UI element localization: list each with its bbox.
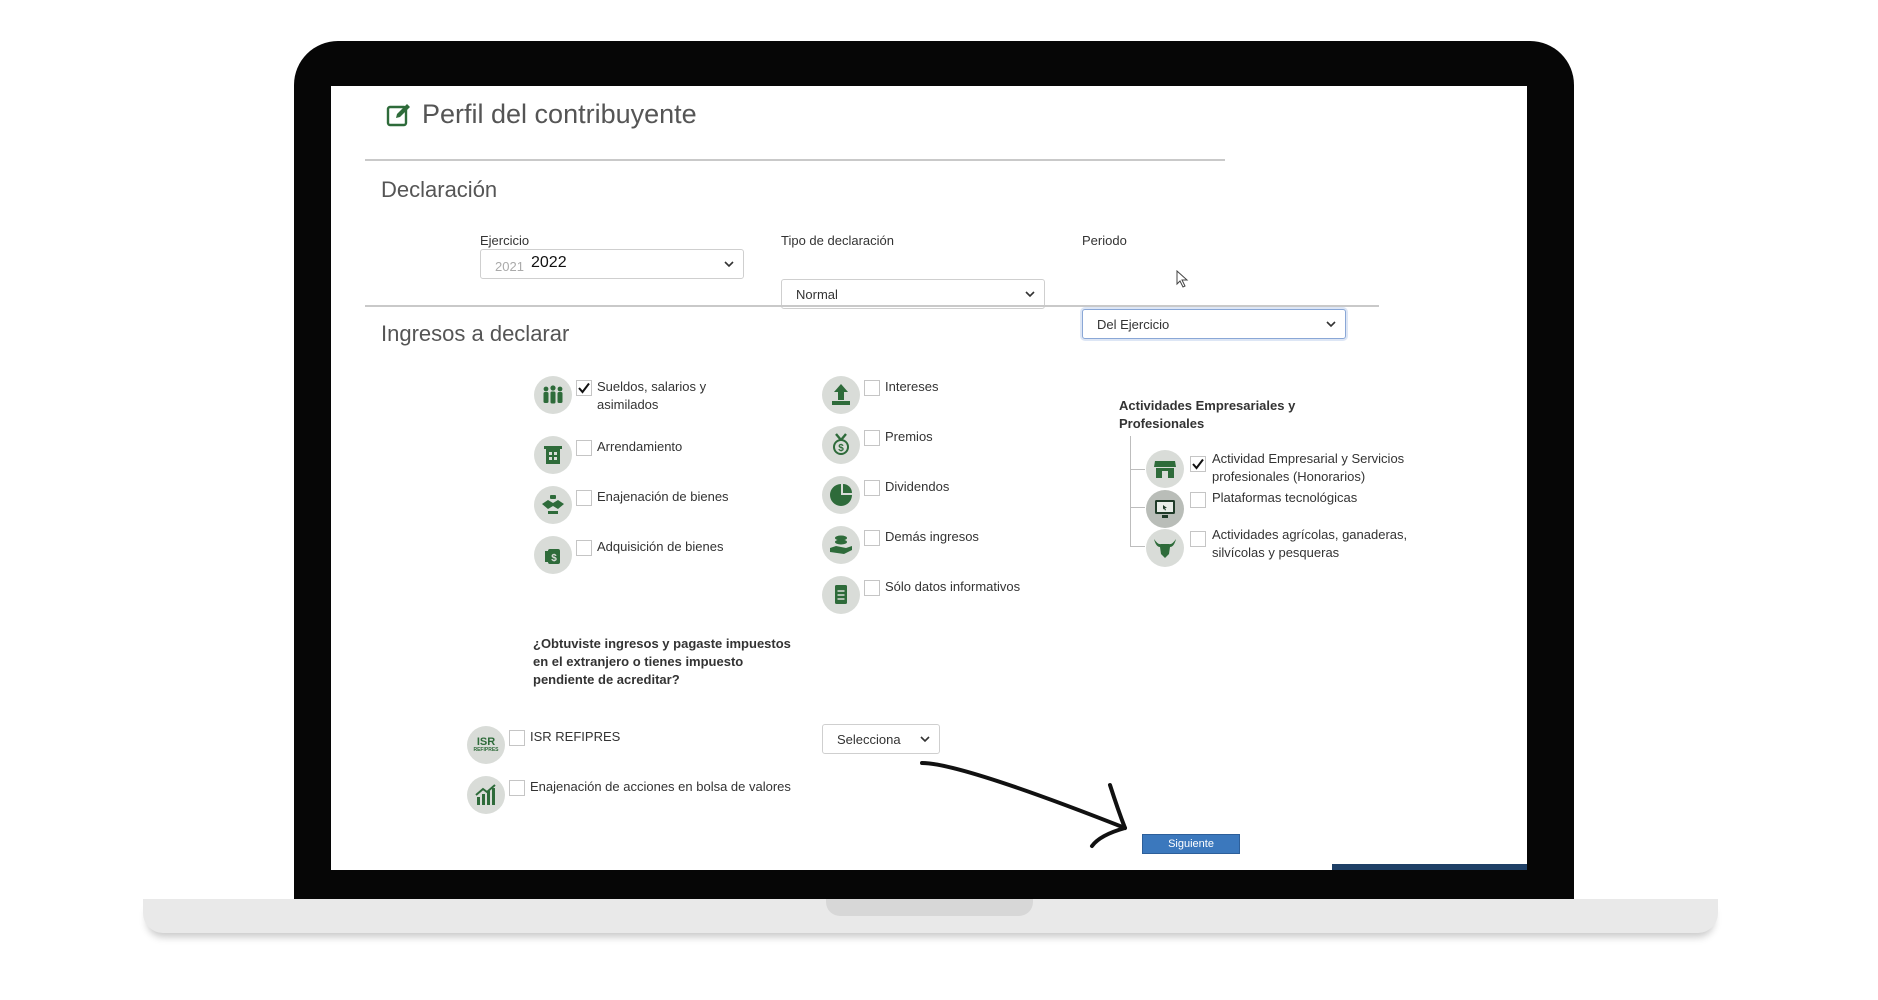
extranjero-question-line3: pendiente de acreditar? bbox=[533, 672, 680, 687]
tree-line bbox=[1130, 546, 1145, 547]
chevron-down-icon bbox=[1326, 321, 1336, 328]
page-title-text: Perfil del contribuyente bbox=[422, 99, 697, 129]
actividad-empresarial-label: Actividad Empresarial y Servicios bbox=[1212, 451, 1405, 466]
page-title: Perfil del contribuyente bbox=[386, 99, 697, 130]
isr-refipres-checkbox[interactable] bbox=[509, 730, 525, 746]
periodo-label: Periodo bbox=[1082, 233, 1127, 248]
extranjero-select[interactable]: Selecciona bbox=[822, 724, 940, 754]
informativos-checkbox[interactable] bbox=[864, 580, 880, 596]
svg-text:$: $ bbox=[551, 553, 557, 564]
store-icon bbox=[1146, 450, 1184, 488]
acciones-bolsa-label: Enajenación de acciones en bolsa de valo… bbox=[530, 779, 791, 794]
coins-hand-icon bbox=[822, 526, 860, 564]
premios-checkbox[interactable] bbox=[864, 430, 880, 446]
adquisicion-checkbox[interactable] bbox=[576, 540, 592, 556]
plataformas-label: Plataformas tecnológicas bbox=[1212, 490, 1358, 505]
extranjero-question: ¿Obtuviste ingresos y pagaste impuestos … bbox=[533, 635, 791, 689]
tipo-label: Tipo de declaración bbox=[781, 233, 894, 248]
laptop-screen: Perfil del contribuyente Declaración Eje… bbox=[331, 86, 1527, 870]
building-icon bbox=[534, 436, 572, 474]
refipres-icon-text: REFIPRES bbox=[473, 747, 499, 753]
sueldos-checkbox[interactable] bbox=[576, 380, 592, 396]
dividendos-label: Dividendos bbox=[885, 479, 950, 494]
actividad-empresarial-label-line2: profesionales (Honorarios) bbox=[1212, 469, 1366, 484]
ingresos-title: Ingresos a declarar bbox=[381, 321, 570, 346]
siguiente-button[interactable]: Siguiente bbox=[1142, 834, 1240, 854]
workers-icon bbox=[534, 376, 572, 414]
actividad-empresarial-checkbox[interactable] bbox=[1190, 456, 1206, 472]
declaracion-title: Declaración bbox=[381, 177, 498, 202]
demas-label: Demás ingresos bbox=[885, 529, 979, 544]
footer-bar bbox=[1332, 864, 1527, 870]
handshake-icon bbox=[534, 486, 572, 524]
arrendamiento-label: Arrendamiento bbox=[597, 439, 683, 454]
pie-chart-icon bbox=[822, 476, 860, 514]
chevron-down-icon bbox=[1025, 291, 1035, 298]
acciones-bolsa-checkbox[interactable] bbox=[509, 780, 525, 796]
document-icon bbox=[822, 576, 860, 614]
checkmark-icon bbox=[578, 382, 590, 394]
agricolas-label: Actividades agrícolas, ganaderas, bbox=[1212, 527, 1408, 542]
actividades-title-line2: Profesionales bbox=[1119, 416, 1205, 431]
stock-chart-icon bbox=[467, 776, 505, 814]
plataformas-checkbox[interactable] bbox=[1190, 492, 1206, 508]
intereses-label: Intereses bbox=[885, 379, 939, 394]
enajenacion-label: Enajenación de bienes bbox=[597, 489, 729, 504]
dividendos-checkbox[interactable] bbox=[864, 480, 880, 496]
chevron-down-icon bbox=[920, 736, 930, 743]
money-bag-icon: $ bbox=[534, 536, 572, 574]
divider bbox=[365, 159, 1225, 161]
ejercicio-label: Ejercicio bbox=[480, 233, 530, 248]
premios-label: Premios bbox=[885, 429, 933, 444]
actividades-title-line1: Actividades Empresariales y bbox=[1119, 398, 1296, 413]
periodo-value: Del Ejercicio bbox=[1097, 316, 1170, 332]
tree-line bbox=[1130, 469, 1145, 470]
agricolas-label-line2: silvícolas y pesqueras bbox=[1212, 545, 1340, 560]
tree-line bbox=[1130, 507, 1145, 508]
mouse-cursor-icon bbox=[1176, 270, 1189, 288]
isr-refipres-icon: ISR REFIPRES bbox=[467, 726, 505, 764]
adquisicion-label: Adquisición de bienes bbox=[597, 539, 724, 554]
sueldos-label: Sueldos, salarios y bbox=[597, 379, 707, 394]
divider bbox=[365, 305, 1379, 307]
monitor-icon bbox=[1146, 490, 1184, 528]
demas-checkbox[interactable] bbox=[864, 530, 880, 546]
sueldos-label-line2: asimilados bbox=[597, 397, 659, 412]
checkmark-icon bbox=[1192, 458, 1204, 470]
tipo-value: Normal bbox=[796, 286, 838, 302]
bull-icon bbox=[1146, 529, 1184, 567]
chevron-down-icon bbox=[724, 261, 734, 268]
ejercicio-select[interactable]: 2021 2022 bbox=[480, 249, 744, 279]
extranjero-question-line2: en el extranjero o tienes impuesto bbox=[533, 654, 744, 669]
laptop-notch bbox=[826, 899, 1033, 916]
ejercicio-old-value: 2021 bbox=[495, 259, 524, 274]
periodo-select[interactable]: Del Ejercicio bbox=[1082, 309, 1346, 339]
agricolas-checkbox[interactable] bbox=[1190, 531, 1206, 547]
informativos-label: Sólo datos informativos bbox=[885, 579, 1021, 594]
tree-line bbox=[1130, 436, 1131, 546]
arrendamiento-checkbox[interactable] bbox=[576, 440, 592, 456]
extranjero-select-value: Selecciona bbox=[837, 731, 901, 747]
intereses-checkbox[interactable] bbox=[864, 380, 880, 396]
medal-icon: $ bbox=[822, 426, 860, 464]
isr-refipres-label: ISR REFIPRES bbox=[530, 729, 621, 744]
extranjero-question-line1: ¿Obtuviste ingresos y pagaste impuestos bbox=[533, 636, 791, 651]
enajenacion-checkbox[interactable] bbox=[576, 490, 592, 506]
edit-icon bbox=[386, 103, 410, 126]
ejercicio-value: 2022 bbox=[531, 254, 575, 272]
actividades-title: Actividades Empresariales y Profesionale… bbox=[1119, 397, 1295, 433]
growth-arrow-icon bbox=[822, 376, 860, 414]
svg-text:$: $ bbox=[838, 443, 844, 454]
arrow-annotation-icon bbox=[920, 761, 1127, 848]
